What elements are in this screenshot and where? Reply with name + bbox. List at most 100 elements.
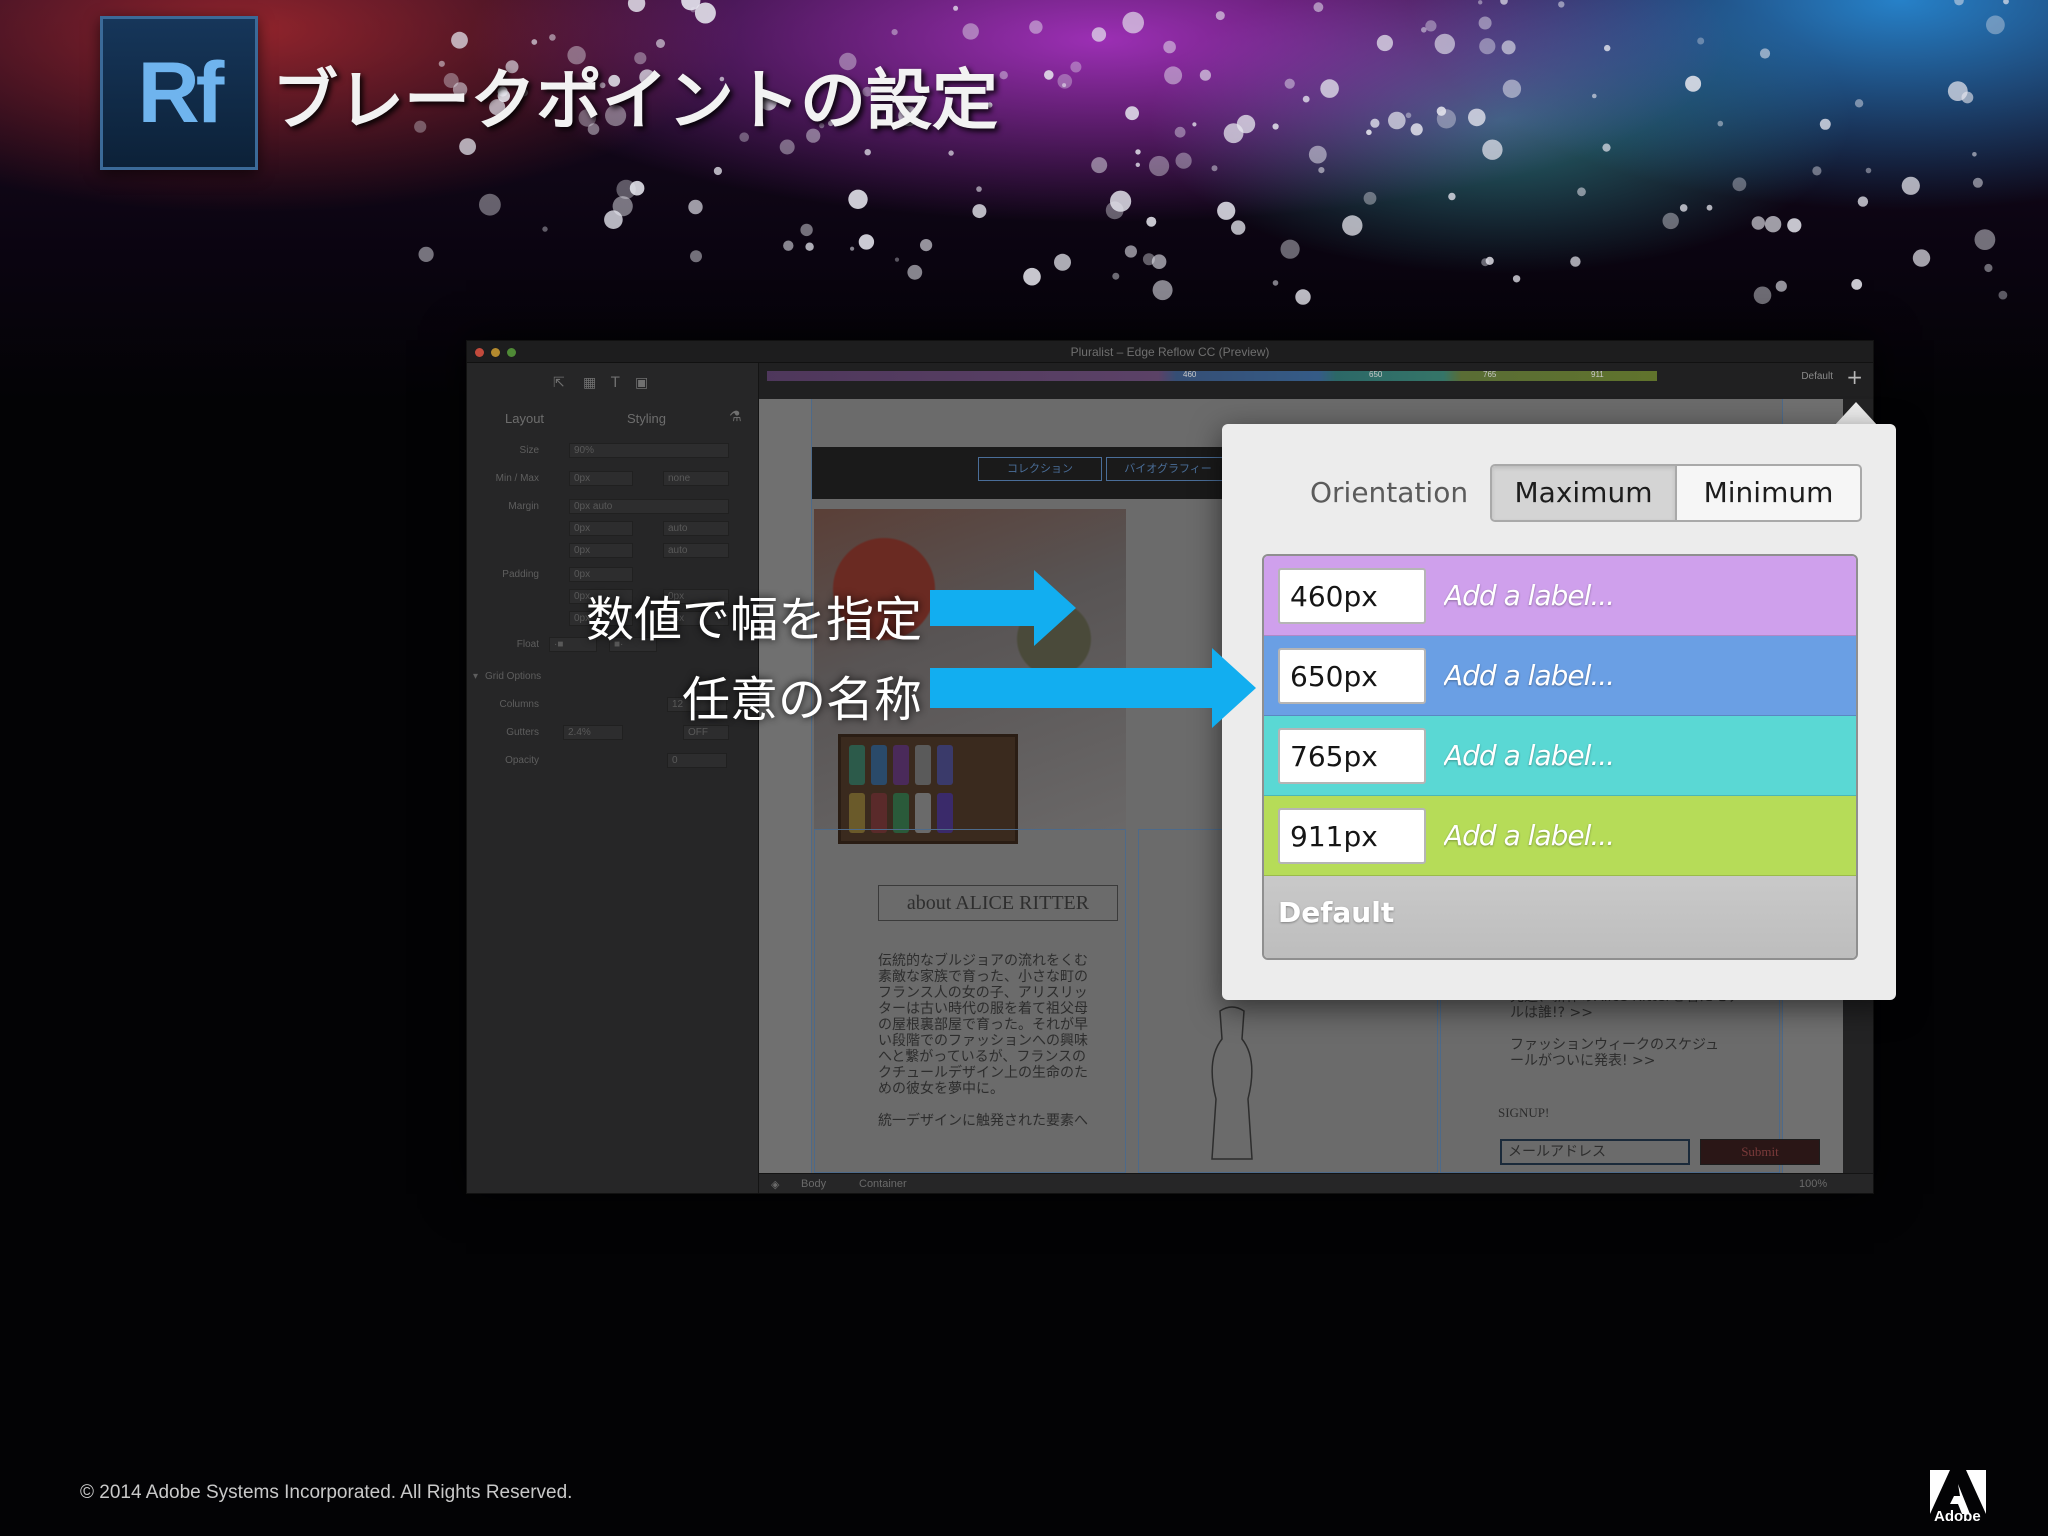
dress-sketch-image (1211, 1006, 1253, 1160)
bokeh-dot (972, 204, 987, 219)
size-field[interactable]: 90% (569, 443, 729, 458)
breakpoint-row (1264, 636, 1856, 716)
breakpoint-timeline[interactable]: 460 650 765 911 Default + (759, 363, 1873, 399)
breakpoint-width-input[interactable] (1278, 648, 1426, 704)
timeline-mark-460[interactable]: 460 (1183, 370, 1196, 379)
bokeh-dot (627, 0, 646, 12)
about-paragraph: 伝統的なブルジョアの流れをくむ 素敵な家族で育った、小さな町の フランス人の女の… (878, 953, 1088, 1129)
opacity-label: Opacity (505, 755, 539, 766)
spool (849, 793, 865, 833)
bokeh-dot (1570, 256, 1581, 267)
margin-detail-row: 0px auto (467, 519, 759, 539)
bokeh-dot (1280, 239, 1300, 259)
layers-icon[interactable]: ◈ (771, 1178, 779, 1191)
select-tool-icon[interactable]: ⇱ (553, 375, 565, 391)
breadcrumb-body[interactable]: Body (801, 1178, 826, 1190)
flask-icon[interactable]: ⚗ (729, 409, 742, 425)
minmax-label: Min / Max (495, 473, 539, 484)
margin-right-field[interactable]: auto (663, 521, 729, 536)
bokeh-dot (1215, 11, 1225, 21)
bokeh-dot (1175, 152, 1192, 169)
orientation-maximum-button[interactable]: Maximum (1492, 466, 1675, 520)
bokeh-dot (1217, 201, 1236, 220)
bokeh-dot (1122, 11, 1144, 34)
email-field[interactable]: メールアドレス (1500, 1139, 1690, 1165)
margin-field[interactable]: 0px auto (569, 499, 729, 514)
slide-title: ブレークポイントの設定 (272, 62, 998, 139)
opacity-field[interactable]: 0 (667, 753, 727, 768)
breakpoint-width-input[interactable] (1278, 808, 1426, 864)
popover-caret (1834, 402, 1878, 426)
breakpoint-label-input[interactable] (1444, 728, 1844, 784)
bokeh-dot (1998, 290, 2008, 300)
tab-styling[interactable]: Styling (627, 411, 666, 426)
timeline-mark-650[interactable]: 650 (1369, 370, 1382, 379)
margin-left-field[interactable]: auto (663, 543, 729, 558)
breakpoint-label-input[interactable] (1444, 808, 1844, 864)
bokeh-dot (1753, 286, 1772, 305)
box-tool-icon[interactable]: ▦ (583, 375, 596, 391)
annotation-width-by-value: 数値で幅を指定 (586, 592, 923, 648)
nav-item-biography[interactable]: バイオグラフィー (1106, 457, 1230, 481)
bokeh-dot (1370, 118, 1380, 128)
bokeh-dot (1974, 229, 1996, 251)
bokeh-dot (850, 246, 855, 251)
bokeh-dot (1366, 129, 1372, 136)
gutters-field[interactable]: 2.4% (563, 725, 623, 740)
bokeh-dot (1044, 70, 1054, 80)
bokeh-dot (1091, 27, 1107, 42)
text-tool-icon[interactable]: T (611, 375, 620, 391)
orientation-minimum-button[interactable]: Minimum (1675, 466, 1860, 520)
timeline-mark-911[interactable]: 911 (1591, 370, 1604, 379)
breakpoint-label-input[interactable] (1444, 648, 1844, 704)
bokeh-dot (1308, 145, 1327, 164)
margin-top-field[interactable]: 0px (569, 521, 633, 536)
orientation-toggle: Maximum Minimum (1490, 464, 1862, 522)
timeline-mark-765[interactable]: 765 (1483, 370, 1496, 379)
timeline-bar[interactable] (767, 371, 1657, 381)
bokeh-dot (1751, 216, 1766, 230)
breakpoint-label-input[interactable] (1444, 568, 1844, 624)
tab-layout[interactable]: Layout (505, 411, 544, 426)
bokeh-dot (1479, 38, 1496, 55)
bokeh-dot (864, 149, 871, 156)
min-field[interactable]: 0px (569, 471, 633, 486)
size-label: Size (519, 445, 539, 456)
bokeh-dot (656, 39, 665, 48)
bokeh-dot (1164, 66, 1183, 85)
bokeh-dot (1679, 204, 1688, 212)
breakpoint-default-row[interactable]: Default (1264, 876, 1856, 958)
logo-text: Rf (137, 44, 225, 141)
breadcrumb-container[interactable]: Container (859, 1178, 907, 1190)
annotation-custom-name: 任意の名称 (682, 672, 923, 728)
bokeh-dot (999, 71, 1008, 80)
zoom-level[interactable]: 100% (1799, 1178, 1827, 1190)
bokeh-dot (629, 180, 645, 196)
bokeh-dot (1363, 191, 1377, 205)
margin-row: Margin 0px auto (467, 497, 759, 517)
bokeh-dot (1284, 78, 1295, 89)
bokeh-dot (1272, 280, 1279, 286)
image-tool-icon[interactable]: ▣ (635, 375, 648, 391)
bokeh-dot (542, 226, 548, 232)
bokeh-dot (713, 166, 723, 176)
max-field[interactable]: none (663, 471, 729, 486)
nav-item-collection[interactable]: コレクション (978, 457, 1102, 481)
bokeh-dot (1135, 162, 1141, 167)
bokeh-dot (1972, 177, 1983, 188)
bokeh-dot (1500, 0, 1508, 5)
submit-button[interactable]: Submit (1700, 1139, 1820, 1165)
bokeh-dot (1947, 81, 1968, 101)
bokeh-dot (1434, 33, 1456, 55)
breakpoint-list: Default (1262, 554, 1858, 960)
margin-label: Margin (508, 501, 539, 512)
bokeh-dot (1732, 177, 1747, 192)
breakpoint-width-input[interactable] (1278, 728, 1426, 784)
spool (915, 793, 931, 833)
bokeh-dot (1954, 0, 1964, 6)
margin-bottom-field[interactable]: 0px (569, 543, 633, 558)
breakpoint-width-input[interactable] (1278, 568, 1426, 624)
bokeh-dot (1320, 79, 1339, 98)
plus-icon[interactable]: + (1846, 365, 1863, 389)
bokeh-dot (1759, 48, 1771, 59)
